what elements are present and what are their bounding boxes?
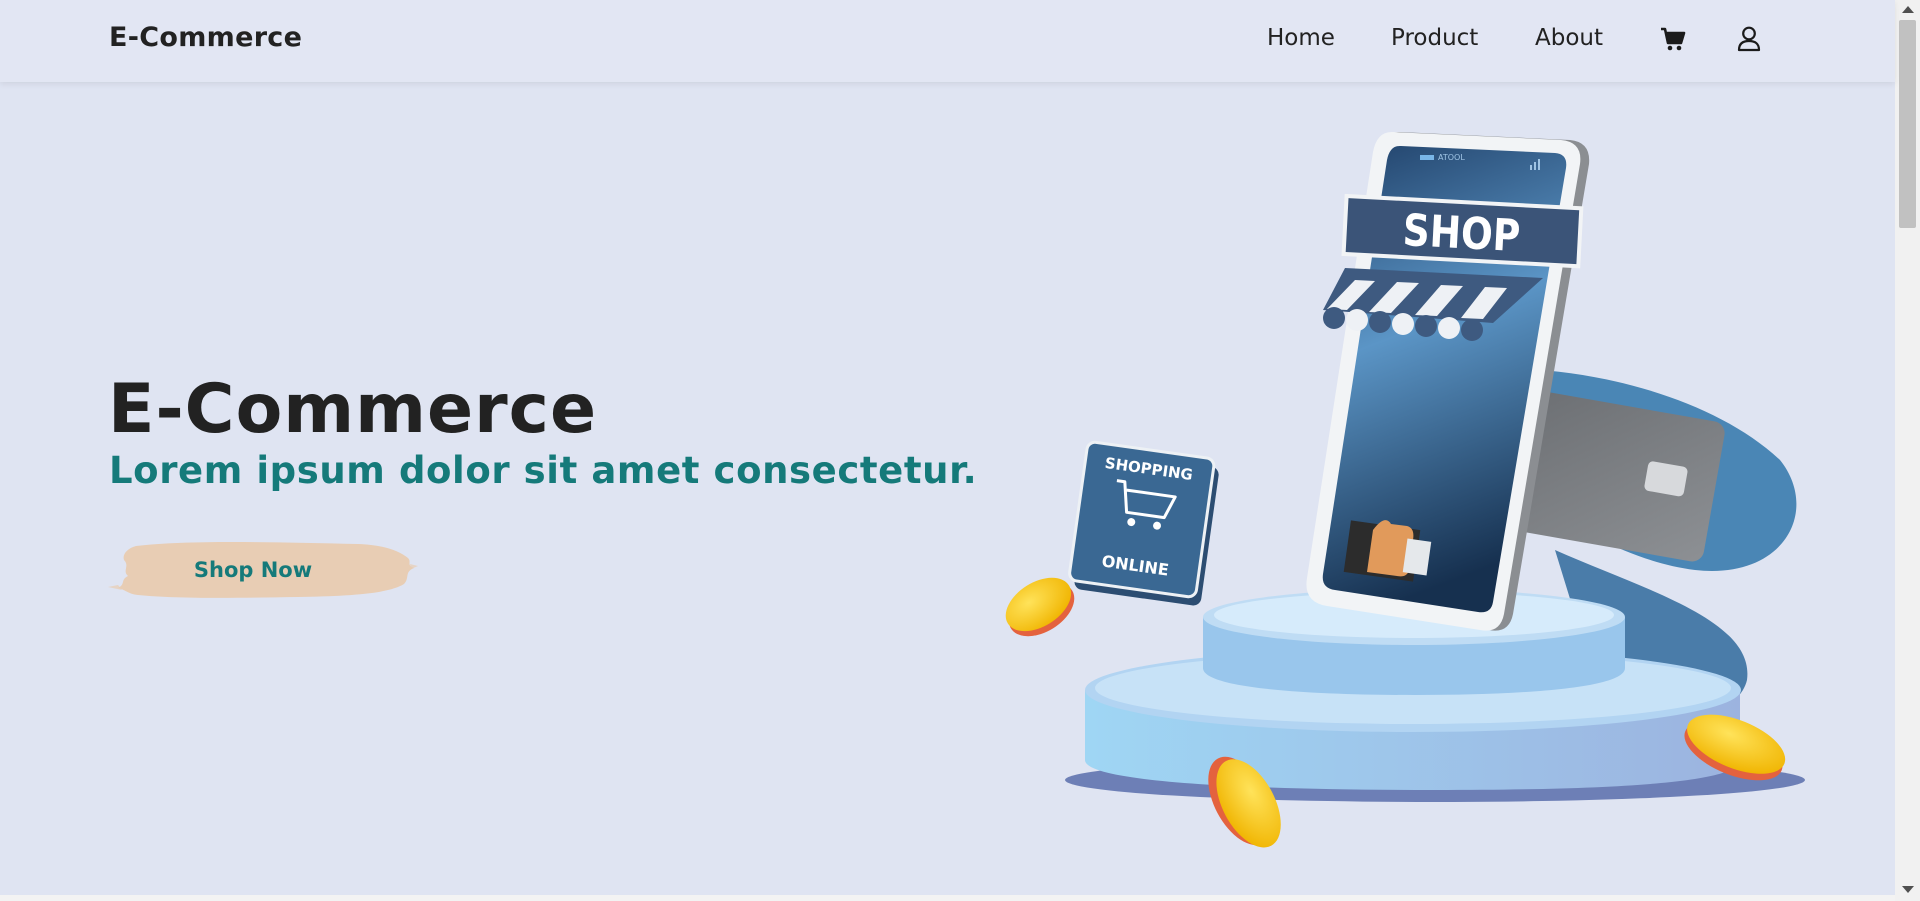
hero-title: E-Commerce: [108, 370, 598, 449]
ecommerce-illustration: ATOOL SHOP SHOPPING ONLINE: [1005, 131, 1805, 848]
shop-now-label: Shop Now: [193, 558, 313, 582]
scrollbar-thumb[interactable]: [1899, 20, 1916, 228]
brand-logo[interactable]: E-Commerce: [109, 22, 302, 53]
shop-sign-text: SHOP: [1402, 204, 1522, 262]
nav-link-about[interactable]: About: [1535, 25, 1603, 51]
scroll-down-icon[interactable]: [1902, 886, 1914, 893]
nav-link-product[interactable]: Product: [1391, 25, 1478, 51]
cart-icon[interactable]: [1659, 25, 1687, 53]
user-icon[interactable]: [1735, 25, 1763, 53]
shop-sign: SHOP: [1341, 193, 1584, 269]
shopping-online-badge: SHOPPING ONLINE: [1068, 440, 1219, 606]
bottom-edge: [0, 895, 1895, 901]
scroll-up-icon[interactable]: [1902, 6, 1914, 13]
shop-now-button[interactable]: Shop Now: [108, 538, 418, 604]
phone-status-text: ATOOL: [1438, 153, 1465, 162]
vertical-scrollbar[interactable]: [1895, 0, 1920, 901]
navbar: E-Commerce Home Product About: [0, 0, 1895, 82]
hero-subtitle: Lorem ipsum dolor sit amet consectetur.: [109, 449, 978, 492]
nav-link-home[interactable]: Home: [1267, 25, 1335, 51]
